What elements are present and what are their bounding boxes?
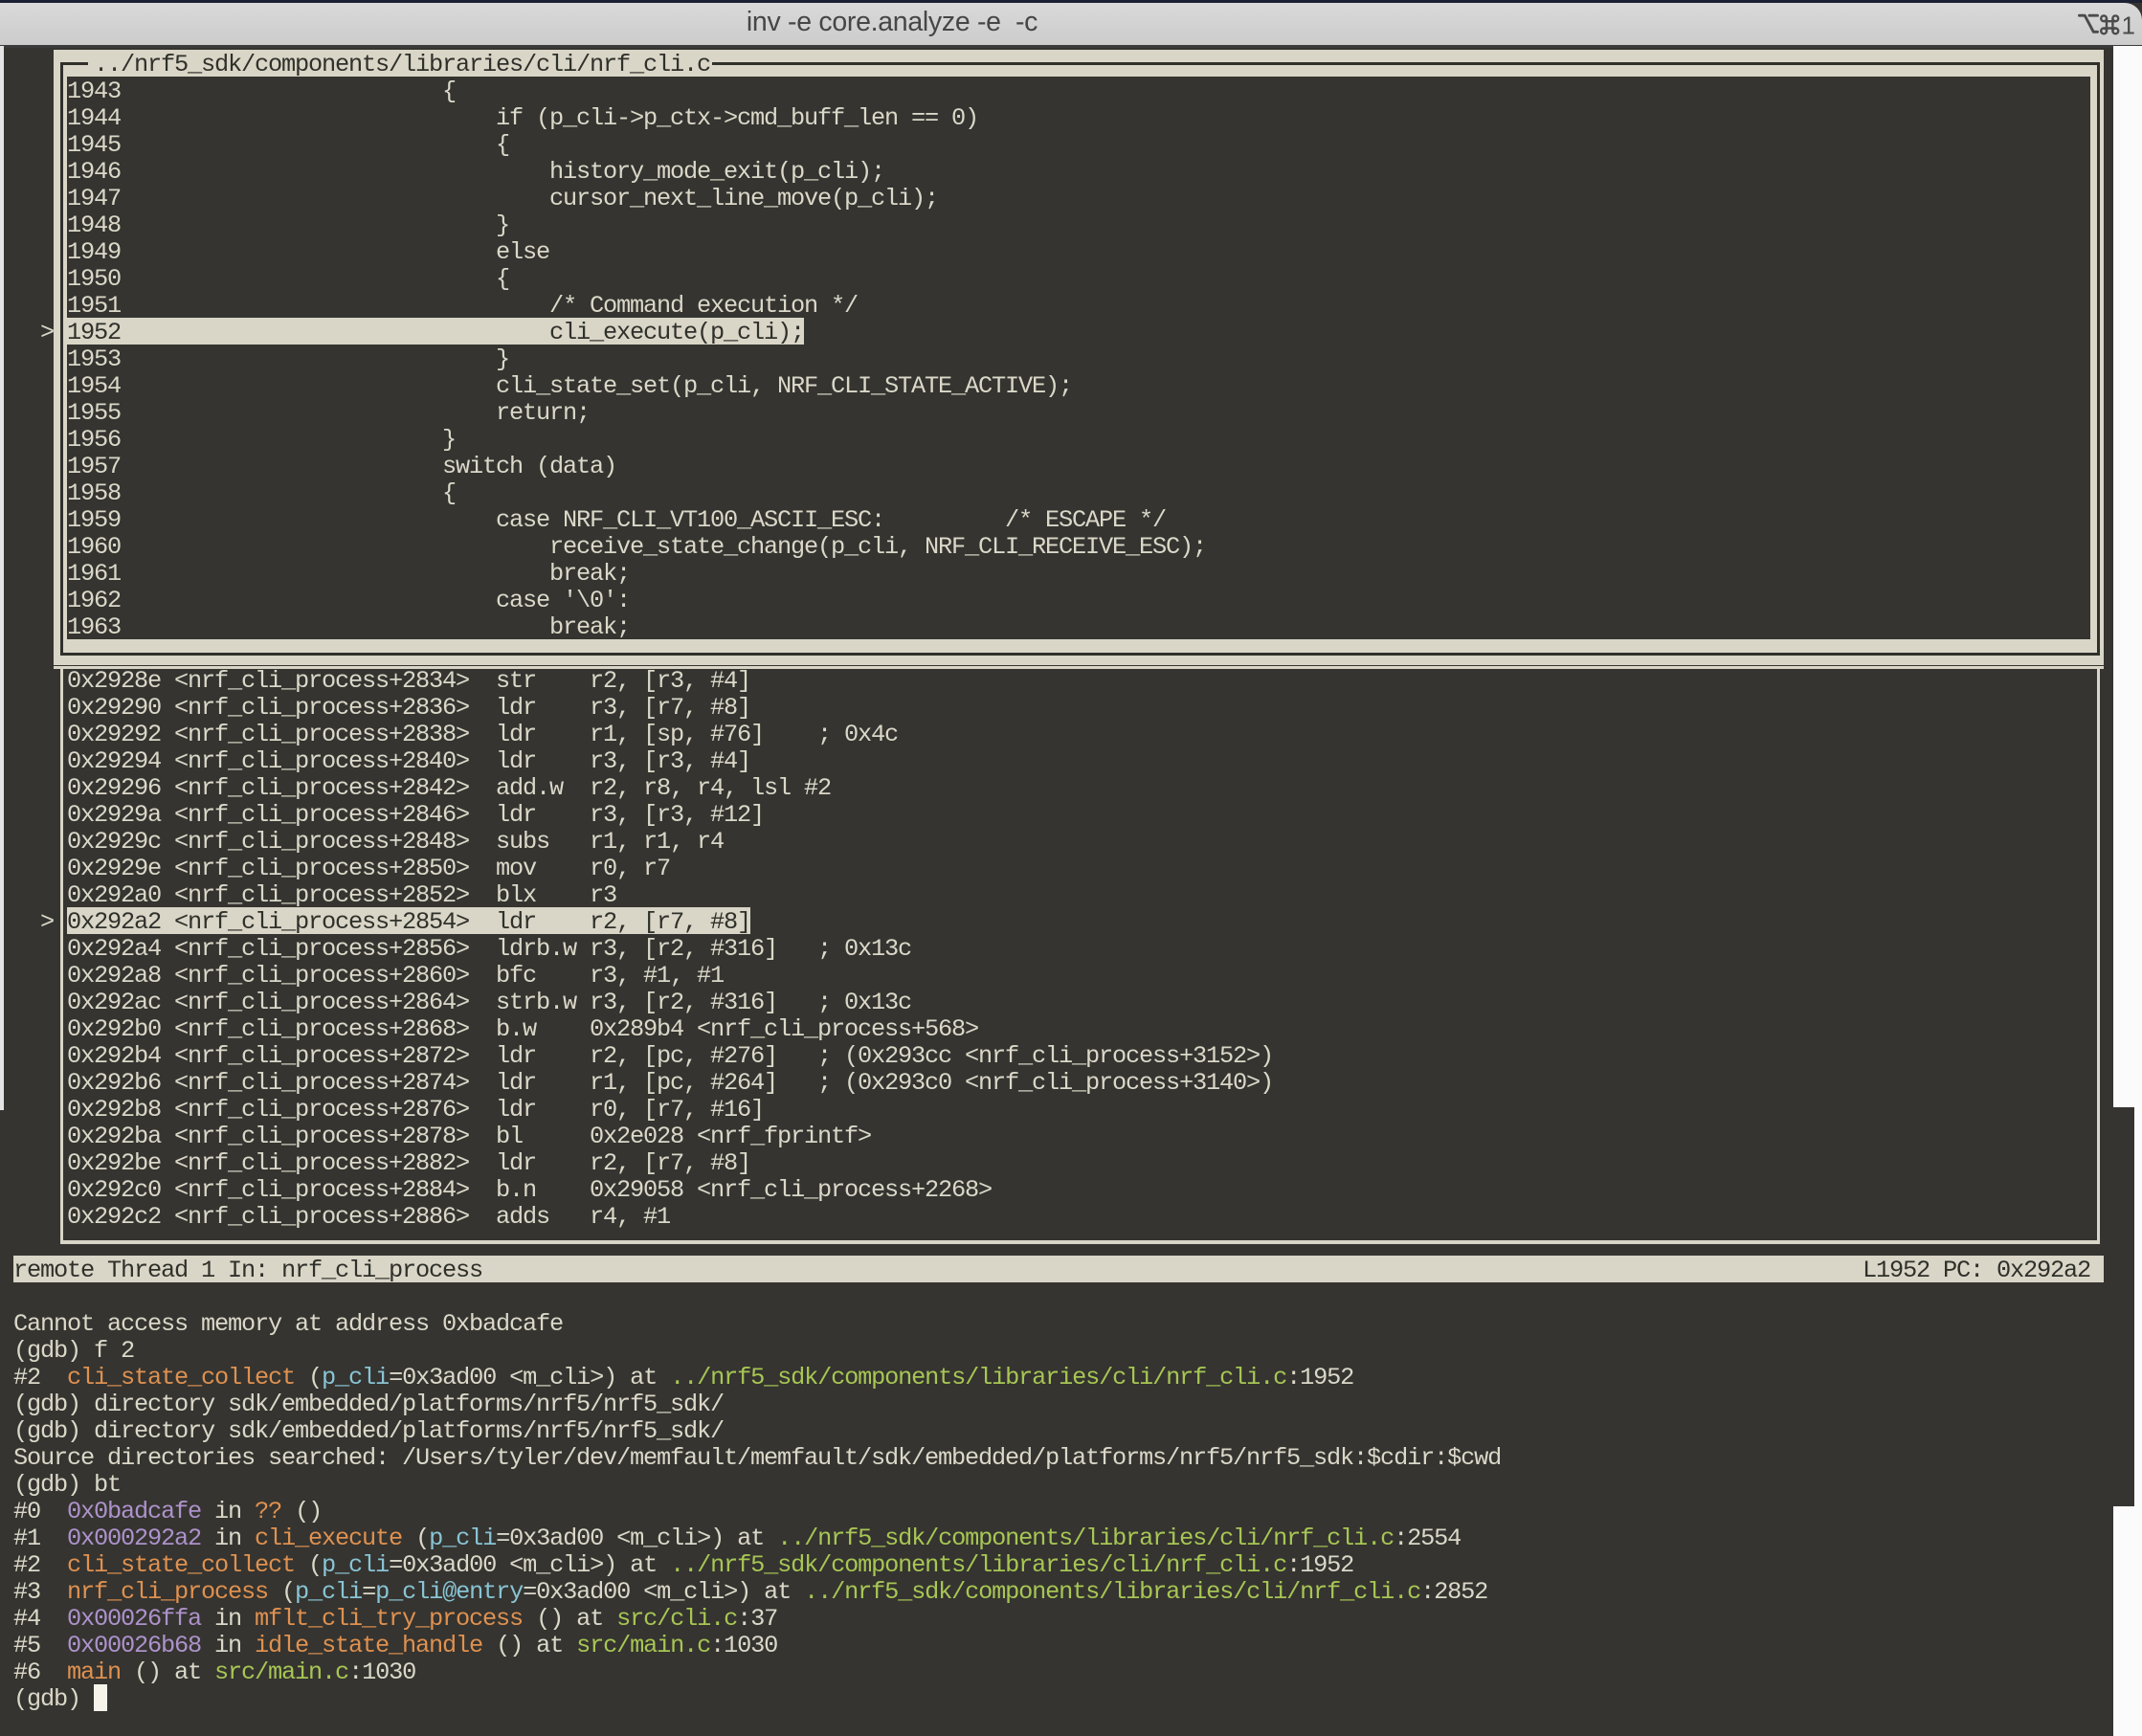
svg-text:1: 1 — [2122, 12, 2135, 37]
